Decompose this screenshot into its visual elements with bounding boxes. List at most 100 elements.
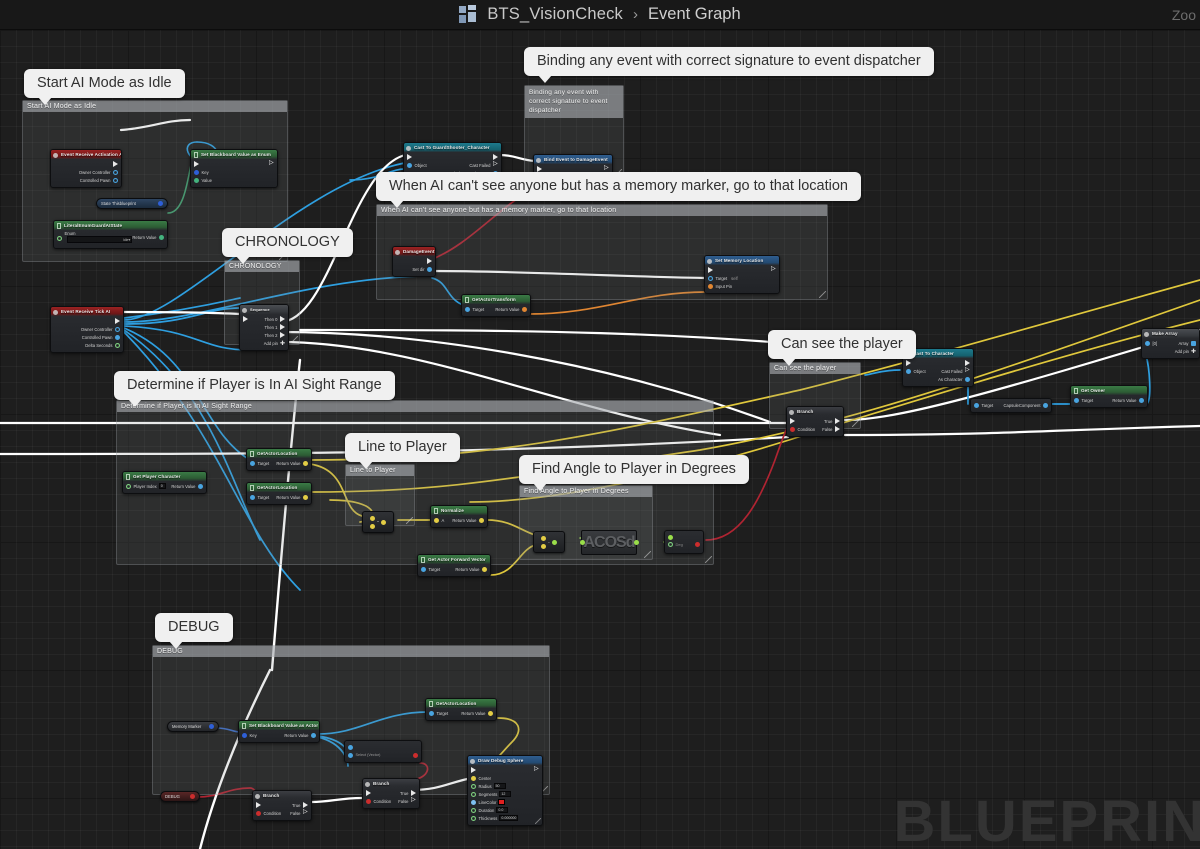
false-pin[interactable] bbox=[411, 797, 416, 804]
controlled-pawn-pin[interactable] bbox=[115, 334, 120, 340]
node-state-thisblueprint[interactable]: State Thisblueprint bbox=[96, 198, 168, 209]
resize-grip[interactable] bbox=[291, 336, 298, 343]
thickness-pin[interactable] bbox=[471, 816, 476, 821]
node-set-memory-location[interactable]: Set Memory Location Target is BTS_Vision… bbox=[704, 255, 780, 294]
target-pin[interactable] bbox=[1074, 397, 1079, 403]
false-pin[interactable] bbox=[303, 809, 308, 816]
segments-value[interactable]: 12 bbox=[499, 791, 512, 797]
radius-pin[interactable] bbox=[471, 784, 476, 789]
a-pin[interactable] bbox=[434, 517, 439, 523]
as-character-pin[interactable] bbox=[965, 376, 970, 382]
input-pin[interactable] bbox=[668, 535, 673, 540]
add-pin-label[interactable]: Add pin bbox=[264, 341, 278, 346]
return-value-pin[interactable] bbox=[522, 306, 527, 312]
resize-grip[interactable] bbox=[535, 818, 541, 824]
node-normalize[interactable]: Normalize A Return Value bbox=[430, 505, 488, 528]
enum-dropdown[interactable]: Idle bbox=[66, 236, 133, 243]
condition-pin[interactable] bbox=[790, 426, 795, 432]
node-get-actor-location-2[interactable]: GetActorLocation Target is Actor Target R… bbox=[246, 482, 312, 505]
event-graph-canvas[interactable]: BLUEPRIN Start AI Mode as Idle Binding a… bbox=[0, 30, 1200, 849]
center-pin[interactable] bbox=[471, 775, 476, 781]
linecolor-swatch[interactable] bbox=[498, 799, 506, 805]
owner-controller-pin[interactable] bbox=[113, 170, 118, 175]
return-value-pin[interactable] bbox=[311, 732, 316, 738]
acos-out-pin[interactable] bbox=[633, 540, 639, 545]
target-pin[interactable] bbox=[250, 494, 255, 500]
condition-pin[interactable] bbox=[366, 798, 371, 804]
node-damage-event[interactable]: DamageEvent Custom Event Set dir bbox=[392, 246, 436, 277]
option-a-pin[interactable] bbox=[348, 744, 353, 750]
duration-pin[interactable] bbox=[471, 808, 476, 813]
return-value-pin[interactable] bbox=[303, 460, 308, 466]
thickness-value[interactable]: 0.000000 bbox=[499, 815, 519, 821]
node-get-actor-location-debug[interactable]: GetActorLocation Target is Actor Target R… bbox=[425, 698, 497, 721]
resize-grip[interactable] bbox=[406, 517, 413, 524]
a-pin[interactable] bbox=[541, 535, 547, 541]
exec-in-pin[interactable] bbox=[790, 418, 795, 424]
node-branch-debug-1[interactable]: Branch True Condition False bbox=[252, 790, 312, 821]
exec-in-pin[interactable] bbox=[243, 316, 248, 322]
linecolor-pin[interactable] bbox=[471, 799, 476, 805]
radius-value[interactable]: 50 bbox=[493, 783, 506, 789]
exec-in-pin[interactable] bbox=[906, 360, 911, 366]
resize-grip[interactable] bbox=[644, 551, 651, 558]
exec-out-pin[interactable] bbox=[269, 160, 274, 167]
resize-grip[interactable] bbox=[705, 556, 712, 563]
cast-failed-pin[interactable] bbox=[965, 367, 970, 374]
false-pin[interactable] bbox=[835, 426, 840, 432]
output-pin[interactable] bbox=[190, 794, 195, 799]
array-out-pin[interactable] bbox=[1191, 340, 1196, 346]
node-dot-product[interactable]: . bbox=[533, 531, 565, 553]
exec-out-pin[interactable] bbox=[771, 266, 776, 273]
node-literal-enum-guard-ai-state[interactable]: LiteralEnumGuardAIState Enum Idle Return… bbox=[53, 220, 168, 249]
exec-in-pin[interactable] bbox=[256, 802, 261, 808]
exec-out-pin[interactable] bbox=[493, 154, 498, 160]
then-1-pin[interactable] bbox=[280, 324, 285, 330]
return-value-pin[interactable] bbox=[488, 710, 493, 716]
exec-in-pin[interactable] bbox=[471, 767, 476, 773]
enum-in-pin[interactable] bbox=[57, 236, 62, 241]
node-set-blackboard-value-as-actor[interactable]: Set Blackboard Value as Actor Key Return … bbox=[238, 720, 320, 743]
player-index-value[interactable]: 0 bbox=[158, 483, 166, 489]
result-pin[interactable] bbox=[551, 539, 557, 545]
node-event-receive-tick-ai[interactable]: Event Receive Tick AI Owner Controller C… bbox=[50, 306, 124, 353]
return-value-pin[interactable] bbox=[159, 235, 164, 240]
add-pin-label[interactable]: Add pin bbox=[1175, 349, 1189, 354]
node-event-receive-activation[interactable]: Event Receive Activation AI Owner Contro… bbox=[50, 149, 122, 188]
node-set-blackboard-value-as-enum[interactable]: Set Blackboard Value as Enum Key Value bbox=[190, 149, 278, 188]
key-pin[interactable] bbox=[194, 169, 199, 175]
value-pin[interactable] bbox=[194, 177, 199, 183]
output-pin[interactable] bbox=[413, 752, 418, 758]
return-value-pin[interactable] bbox=[198, 483, 203, 489]
node-get-actor-transform[interactable]: GetActorTransform Target is Actor Target… bbox=[461, 294, 531, 317]
index-0-pin[interactable] bbox=[1145, 340, 1150, 346]
target-pin[interactable] bbox=[421, 566, 426, 572]
exec-in-pin[interactable] bbox=[194, 161, 199, 167]
object-pin[interactable] bbox=[906, 368, 911, 374]
a-pin[interactable] bbox=[370, 515, 375, 521]
exec-out-pin[interactable] bbox=[115, 318, 120, 324]
acos-in-pin[interactable] bbox=[579, 540, 585, 545]
true-pin[interactable] bbox=[835, 418, 840, 424]
option-b-pin[interactable] bbox=[348, 752, 353, 758]
controlled-pawn-pin[interactable] bbox=[113, 178, 118, 183]
output-pin[interactable] bbox=[158, 201, 163, 206]
capsule-component-pin[interactable] bbox=[1043, 402, 1048, 408]
result-pin[interactable] bbox=[381, 519, 386, 525]
input-pin-2[interactable] bbox=[668, 542, 673, 547]
node-memory-marker-variable[interactable]: Memory Marker bbox=[167, 721, 219, 732]
condition-pin[interactable] bbox=[256, 810, 261, 816]
node-branch-debug-2[interactable]: Branch True Condition False bbox=[362, 778, 420, 809]
output-pin[interactable] bbox=[427, 266, 432, 272]
node-get-actor-forward-vector[interactable]: Get Actor Forward Vector Target is Actor… bbox=[417, 554, 491, 577]
exec-out-pin[interactable] bbox=[113, 161, 118, 167]
exec-in-pin[interactable] bbox=[366, 790, 371, 796]
player-index-pin[interactable] bbox=[126, 484, 131, 489]
exec-out-pin[interactable] bbox=[534, 766, 539, 773]
output-pin[interactable] bbox=[209, 724, 214, 729]
node-sequence[interactable]: Sequence Then 0 Then 1 Then 2 Add pin ✚ bbox=[239, 304, 289, 351]
return-value-pin[interactable] bbox=[482, 566, 487, 572]
exec-out-pin[interactable] bbox=[427, 258, 432, 264]
duration-value[interactable]: 0.0 bbox=[496, 807, 509, 813]
node-make-array[interactable]: Make Array [0] Array Add pin ✚ bbox=[1141, 328, 1200, 359]
